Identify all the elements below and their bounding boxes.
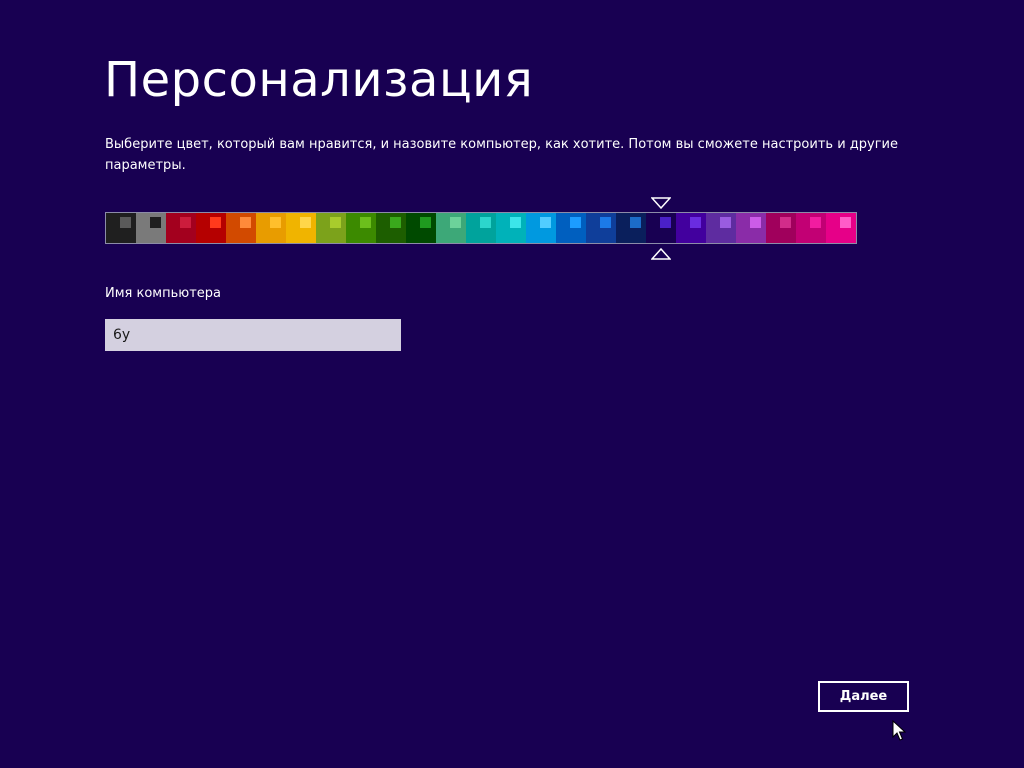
color-swatch-chip xyxy=(270,217,281,228)
mouse-pointer-icon xyxy=(892,720,906,741)
color-swatch[interactable] xyxy=(586,213,616,243)
personalize-screen: Персонализация Выберите цвет, который ва… xyxy=(0,0,1024,768)
color-swatch[interactable] xyxy=(316,213,346,243)
color-swatch-chip xyxy=(480,217,491,228)
color-swatch-chip xyxy=(810,217,821,228)
color-swatch-chip xyxy=(630,217,641,228)
computer-name-label: Имя компьютера xyxy=(105,286,221,301)
color-swatch[interactable] xyxy=(376,213,406,243)
color-swatch-chip xyxy=(180,217,191,228)
color-swatch[interactable] xyxy=(796,213,826,243)
slider-thumb-down-arrow-icon[interactable] xyxy=(651,197,671,209)
color-swatch[interactable] xyxy=(766,213,796,243)
color-swatch[interactable] xyxy=(286,213,316,243)
color-swatch-chip xyxy=(690,217,701,228)
color-swatch-chip xyxy=(450,217,461,228)
color-swatch[interactable] xyxy=(556,213,586,243)
color-swatch-chip xyxy=(720,217,731,228)
color-swatch[interactable] xyxy=(466,213,496,243)
color-swatch-chip xyxy=(570,217,581,228)
color-swatch[interactable] xyxy=(496,213,526,243)
color-swatch-chip xyxy=(300,217,311,228)
color-swatch[interactable] xyxy=(676,213,706,243)
color-swatch[interactable] xyxy=(346,213,376,243)
color-strip[interactable] xyxy=(105,212,857,244)
color-swatch[interactable] xyxy=(226,213,256,243)
slider-thumb-up-arrow-icon[interactable] xyxy=(651,248,671,260)
next-button[interactable]: Далее xyxy=(818,681,909,712)
color-swatch-chip xyxy=(120,217,131,228)
color-swatch-chip xyxy=(840,217,851,228)
page-description: Выберите цвет, который вам нравится, и н… xyxy=(105,137,898,173)
color-swatch-chip xyxy=(420,217,431,228)
color-swatch-chip xyxy=(240,217,251,228)
color-swatch[interactable] xyxy=(616,213,646,243)
color-swatch-chip xyxy=(150,217,161,228)
color-swatch-chip xyxy=(390,217,401,228)
color-swatch-chip xyxy=(360,217,371,228)
color-swatch-chip xyxy=(330,217,341,228)
color-swatch[interactable] xyxy=(166,213,196,243)
color-swatch[interactable] xyxy=(106,213,136,243)
color-swatch-chip xyxy=(540,217,551,228)
color-swatch[interactable] xyxy=(706,213,736,243)
color-swatch[interactable] xyxy=(436,213,466,243)
color-swatch[interactable] xyxy=(646,213,676,243)
page-title: Персонализация xyxy=(104,52,534,108)
color-swatch[interactable] xyxy=(526,213,556,243)
computer-name-input[interactable] xyxy=(105,319,401,351)
color-swatch[interactable] xyxy=(256,213,286,243)
color-swatch-chip xyxy=(210,217,221,228)
color-swatch-chip xyxy=(780,217,791,228)
color-swatch[interactable] xyxy=(196,213,226,243)
color-swatch[interactable] xyxy=(136,213,166,243)
color-swatch[interactable] xyxy=(826,213,856,243)
color-swatch-chip xyxy=(510,217,521,228)
color-slider[interactable] xyxy=(105,195,857,265)
color-swatch-chip xyxy=(750,217,761,228)
color-swatch-chip xyxy=(600,217,611,228)
color-swatch-chip xyxy=(660,217,671,228)
color-swatch[interactable] xyxy=(406,213,436,243)
color-swatch[interactable] xyxy=(736,213,766,243)
